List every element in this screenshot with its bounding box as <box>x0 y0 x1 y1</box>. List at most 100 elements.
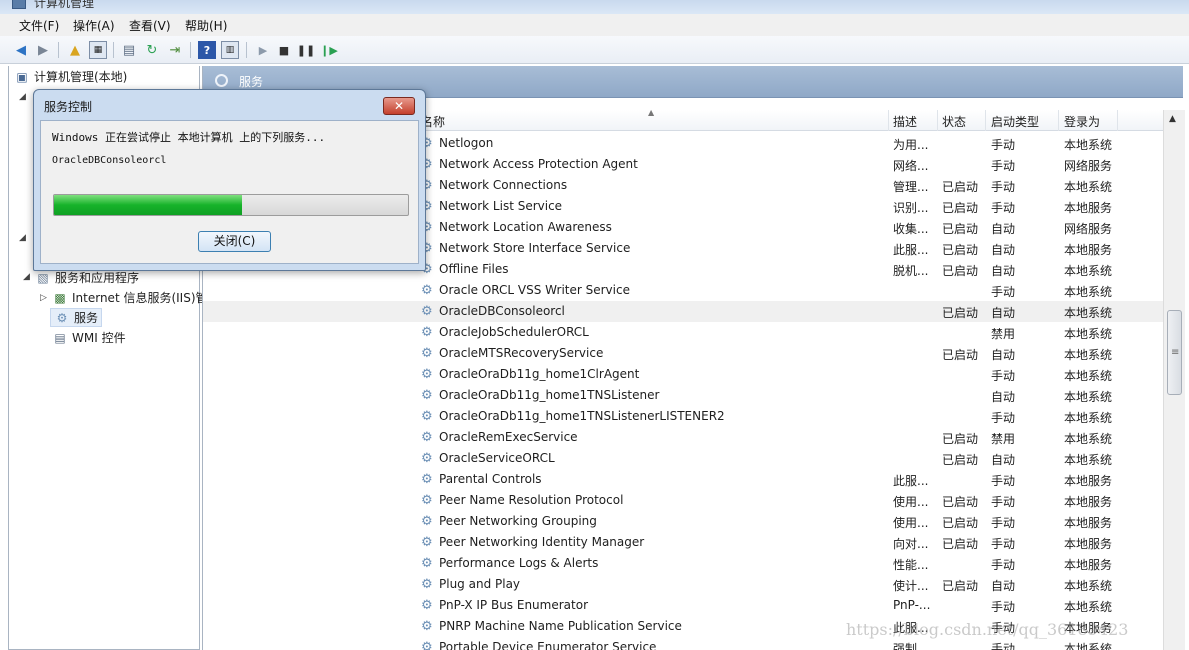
table-row[interactable]: ⚙ OracleRemExecService 已启动 禁用 本地系统 <box>203 427 1168 448</box>
tree-item-iis[interactable]: ▩ Internet 信息服务(IIS)管 <box>52 289 207 306</box>
cell-desc: 管理... <box>893 180 929 194</box>
cell-logon: 本地系统 <box>1064 264 1113 278</box>
cell-startup: 禁用 <box>991 327 1016 341</box>
cell-desc: 识别... <box>893 201 929 215</box>
collapsed-expander-icon[interactable]: ▷ <box>40 293 47 303</box>
column-logon[interactable]: 登录为 <box>1064 113 1100 130</box>
service-gear-icon: ⚙ <box>421 409 433 424</box>
table-row[interactable]: ⚙ Oracle ORCL VSS Writer Service 手动 本地系统 <box>203 280 1168 301</box>
menu-file[interactable]: 文件(F) <box>19 17 59 34</box>
properties-icon[interactable]: ▤ <box>120 41 138 59</box>
cell-logon: 网络服务 <box>1064 222 1113 236</box>
toolbar-separator <box>190 42 191 58</box>
column-divider[interactable] <box>888 110 889 131</box>
export-list-icon[interactable]: ⇥ <box>166 41 184 59</box>
refresh-icon[interactable]: ↻ <box>143 41 161 59</box>
close-button[interactable]: 关闭(C) <box>198 231 271 252</box>
cell-name: OracleRemExecService <box>439 430 578 444</box>
table-row[interactable]: ⚙ Peer Networking Grouping 使用... 已启动 手动 本地服务 <box>203 511 1168 532</box>
table-row[interactable]: ⚙ PnP-X IP Bus Enumerator PnP-... 手动 本地系统 <box>203 595 1168 616</box>
cell-startup: 自动 <box>991 243 1016 257</box>
table-row[interactable]: ⚙ OracleDBConsoleorcl 已启动 自动 本地系统 <box>203 301 1168 322</box>
table-row[interactable]: ⚙ OracleOraDb11g_home1TNSListenerLISTENER… <box>203 406 1168 427</box>
search-icon <box>215 74 228 87</box>
table-row[interactable]: ⚙ OracleOraDb11g_home1ClrAgent 手动 本地系统 <box>203 364 1168 385</box>
forward-arrow-icon[interactable]: ▶ <box>34 41 52 59</box>
table-row[interactable]: ⚙ OracleServiceORCL 已启动 自动 本地系统 <box>203 448 1168 469</box>
expander-icon[interactable]: ◢ <box>23 272 30 282</box>
toolbar: ◀ ▶ ▲ ▦ ▤ ↻ ⇥ ? ▥ ▶ ■ ❚❚ ❙▶ <box>0 36 1189 64</box>
column-divider[interactable] <box>1058 110 1059 131</box>
cell-startup: 自动 <box>991 579 1016 593</box>
column-status[interactable]: 状态 <box>942 113 966 130</box>
menu-view[interactable]: 查看(V) <box>129 17 171 34</box>
cell-name: Parental Controls <box>439 472 542 486</box>
show-hide-action-pane-icon[interactable]: ▥ <box>221 41 239 59</box>
tree-item-services-and-apps[interactable]: ▧ 服务和应用程序 <box>35 269 139 286</box>
tree-item-label: WMI 控件 <box>72 331 126 345</box>
scroll-up-icon[interactable]: ▲ <box>1169 114 1176 124</box>
menu-help[interactable]: 帮助(H) <box>185 17 227 34</box>
table-row[interactable]: ⚙ OracleJobSchedulerORCL 禁用 本地系统 <box>203 322 1168 343</box>
cell-status: 已启动 <box>942 432 979 446</box>
dialog-service-name: OracleDBConsoleorcl <box>52 155 167 166</box>
tree-root-label: 计算机管理(本地) <box>34 70 128 84</box>
cell-status: 已启动 <box>942 579 979 593</box>
table-row[interactable]: ⚙ Peer Networking Identity Manager 向对... 已启… <box>203 532 1168 553</box>
services-gear-icon: ⚙ <box>56 310 68 325</box>
cell-status: 已启动 <box>942 222 979 236</box>
column-divider[interactable] <box>1117 110 1118 131</box>
restart-service-icon[interactable]: ❙▶ <box>320 41 338 59</box>
column-desc[interactable]: 描述 <box>893 113 917 130</box>
up-folder-icon[interactable]: ▲ <box>66 41 84 59</box>
cell-startup: 手动 <box>991 411 1016 425</box>
help-icon[interactable]: ? <box>198 41 216 59</box>
progress-fill <box>54 195 242 215</box>
stop-service-icon[interactable]: ■ <box>275 41 293 59</box>
expander-icon[interactable]: ◢ <box>19 92 26 102</box>
cell-logon: 网络服务 <box>1064 159 1113 173</box>
cell-status: 已启动 <box>942 306 979 320</box>
pause-service-icon[interactable]: ❚❚ <box>297 41 315 59</box>
cell-desc: 此服... <box>893 474 929 488</box>
cell-name: Netlogon <box>439 136 494 150</box>
cell-desc: 强制... <box>893 642 929 650</box>
cell-startup: 手动 <box>991 516 1016 530</box>
table-row[interactable]: ⚙ Parental Controls 此服... 手动 本地服务 <box>203 469 1168 490</box>
cell-logon: 本地系统 <box>1064 348 1113 362</box>
dialog-title: 服务控制 <box>44 100 93 114</box>
menu-action[interactable]: 操作(A) <box>73 17 115 34</box>
service-gear-icon: ⚙ <box>421 619 433 634</box>
expander-icon[interactable]: ◢ <box>19 233 26 243</box>
cell-startup: 手动 <box>991 600 1016 614</box>
start-service-icon[interactable]: ▶ <box>254 41 272 59</box>
cell-startup: 自动 <box>991 306 1016 320</box>
cell-name: Network Location Awareness <box>439 220 612 234</box>
show-hide-tree-icon[interactable]: ▦ <box>89 41 107 59</box>
cell-startup: 手动 <box>991 369 1016 383</box>
menu-bar: 文件(F) 操作(A) 查看(V) 帮助(H) <box>0 14 1189 36</box>
tree-item-services[interactable]: ⚙ 服务 <box>50 308 103 327</box>
column-divider[interactable] <box>985 110 986 131</box>
table-row[interactable]: ⚙ Plug and Play 使计... 已启动 自动 本地系统 <box>203 574 1168 595</box>
service-gear-icon: ⚙ <box>421 535 433 550</box>
vertical-scrollbar[interactable]: ▲ ≡ <box>1163 110 1185 650</box>
table-row[interactable]: ⚙ OracleMTSRecoveryService 已启动 自动 本地系统 <box>203 343 1168 364</box>
cell-name: OracleOraDb11g_home1TNSListener <box>439 388 660 402</box>
column-divider[interactable] <box>937 110 938 131</box>
tree-item-wmi[interactable]: ▤ WMI 控件 <box>52 329 126 346</box>
tree-root[interactable]: ▣ 计算机管理(本地) <box>14 68 127 85</box>
dialog-close-icon[interactable]: ✕ <box>383 97 415 115</box>
cell-name: Network Store Interface Service <box>439 241 631 255</box>
cell-startup: 自动 <box>991 264 1016 278</box>
table-row[interactable]: ⚙ OracleOraDb11g_home1TNSListener 自动 本地系统 <box>203 385 1168 406</box>
cell-logon: 本地服务 <box>1064 516 1113 530</box>
service-control-dialog: 服务控制 ✕ Windows 正在尝试停止 本地计算机 上的下列服务... Or… <box>33 89 426 271</box>
table-row[interactable]: ⚙ Peer Name Resolution Protocol 使用... 已启动 手动… <box>203 490 1168 511</box>
cell-startup: 自动 <box>991 222 1016 236</box>
back-arrow-icon[interactable]: ◀ <box>12 41 30 59</box>
service-gear-icon: ⚙ <box>421 388 433 403</box>
scroll-thumb[interactable]: ≡ <box>1167 310 1182 395</box>
column-startup[interactable]: 启动类型 <box>991 113 1039 130</box>
table-row[interactable]: ⚙ Performance Logs & Alerts 性能... 手动 本地服务 <box>203 553 1168 574</box>
